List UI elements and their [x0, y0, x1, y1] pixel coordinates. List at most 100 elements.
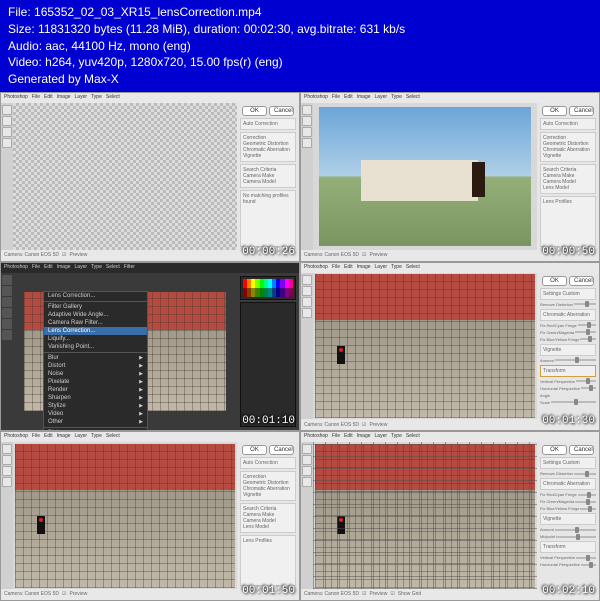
cancel-button[interactable]: Cancel — [269, 106, 294, 116]
menu-pixelate[interactable]: Pixelate▶ — [44, 378, 147, 386]
ok-button[interactable]: OK — [542, 276, 567, 286]
tool-palette — [301, 442, 313, 589]
tool-icon[interactable] — [302, 297, 312, 307]
tool-icon[interactable] — [2, 319, 12, 329]
ok-button[interactable]: OK — [242, 445, 267, 455]
menu-camera-raw[interactable]: Camera Raw Filter... — [44, 319, 147, 327]
tool-icon[interactable] — [302, 127, 312, 137]
tool-palette — [301, 273, 313, 420]
menu-sharpen[interactable]: Sharpen▶ — [44, 394, 147, 402]
tool-icon[interactable] — [2, 455, 12, 465]
midpoint-slider[interactable]: Midpoint — [540, 534, 596, 539]
amount-slider[interactable]: Amount — [540, 358, 596, 363]
horizontal-perspective-slider[interactable]: Horizontal Perspective — [540, 562, 596, 567]
timestamp: 00:00:50 — [542, 246, 595, 258]
tool-icon[interactable] — [2, 286, 12, 296]
tool-icon[interactable] — [302, 105, 312, 115]
amount-slider[interactable]: Amount — [540, 527, 596, 532]
ok-button[interactable]: OK — [542, 445, 567, 455]
cancel-button[interactable]: Cancel — [269, 445, 294, 455]
menu-render[interactable]: Render▶ — [44, 386, 147, 394]
tool-icon[interactable] — [302, 477, 312, 487]
panel-title: Auto Correction — [240, 457, 296, 469]
tool-icon[interactable] — [302, 455, 312, 465]
video-label: Video: — [8, 55, 42, 69]
green-magenta-slider[interactable]: Fix Green/Magenta — [540, 330, 596, 335]
ok-button[interactable]: OK — [542, 106, 567, 116]
blue-yellow-slider[interactable]: Fix Blue/Yellow Fringe — [540, 506, 596, 511]
scale-slider[interactable]: Scale — [540, 400, 596, 405]
menu-stylize[interactable]: Stylize▶ — [44, 402, 147, 410]
tool-icon[interactable] — [302, 116, 312, 126]
remove-distortion-slider[interactable]: Remove Distortion — [540, 471, 596, 476]
menu-blur[interactable]: Blur▶ — [44, 354, 147, 362]
audio-label: Audio: — [8, 39, 42, 53]
vertical-perspective-slider[interactable]: Vertical Perspective — [540, 555, 596, 560]
menubar: PhotoshopFileEditImageLayerTypeSelect — [1, 93, 299, 103]
blue-yellow-slider[interactable]: Fix Blue/Yellow Fringe — [540, 337, 596, 342]
menu-liquify[interactable]: Liquify... — [44, 335, 147, 343]
lens-profiles: Lens Profiles — [540, 196, 596, 247]
tool-palette — [1, 442, 13, 589]
red-cyan-slider[interactable]: Fix Red/Cyan Fringe — [540, 492, 596, 497]
panel-title: Auto Correction — [540, 118, 596, 130]
menu-adaptive-wide[interactable]: Adaptive Wide Angle... — [44, 311, 147, 319]
layers-panel — [240, 302, 296, 428]
menu-distort[interactable]: Distort▶ — [44, 362, 147, 370]
green-magenta-slider[interactable]: Fix Green/Magenta — [540, 499, 596, 504]
tool-icon[interactable] — [2, 297, 12, 307]
menubar: PhotoshopFileEditImageLayerTypeSelect — [301, 93, 599, 103]
tool-icon[interactable] — [302, 286, 312, 296]
tool-icon[interactable] — [302, 308, 312, 318]
tool-icon[interactable] — [2, 477, 12, 487]
menu-last-filter[interactable]: Lens Correction... — [44, 292, 147, 300]
ok-button[interactable]: OK — [242, 106, 267, 116]
vertical-perspective-slider[interactable]: Vertical Perspective — [540, 379, 596, 384]
menu-other[interactable]: Other▶ — [44, 418, 147, 426]
tool-icon[interactable] — [2, 105, 12, 115]
tool-icon[interactable] — [2, 308, 12, 318]
tool-icon[interactable] — [2, 444, 12, 454]
horizontal-perspective-slider[interactable]: Horizontal Perspective — [540, 386, 596, 391]
correction-panel: OK Cancel Auto Correction Correction Geo… — [537, 103, 599, 250]
canvas-area — [313, 442, 537, 589]
lens-profiles: No matching profiles found — [240, 190, 296, 247]
canvas-area — [13, 103, 237, 250]
tool-icon[interactable] — [302, 444, 312, 454]
correction-panel: OK Cancel Auto Correction Correction Geo… — [237, 103, 299, 250]
search-section: Search Criteria Camera Make Camera Model… — [240, 503, 296, 533]
settings-dropdown[interactable]: Settings Custom — [540, 457, 596, 469]
filter-menu: Lens Correction... Filter Gallery Adapti… — [43, 291, 148, 431]
menu-filter-gallery[interactable]: Filter Gallery — [44, 303, 147, 311]
tool-icon[interactable] — [302, 466, 312, 476]
menu-video[interactable]: Video▶ — [44, 410, 147, 418]
menu-vanishing-point[interactable]: Vanishing Point... — [44, 343, 147, 351]
search-section: Search Criteria Camera Make Camera Model… — [540, 164, 596, 194]
cancel-button[interactable]: Cancel — [569, 445, 594, 455]
video-value: h264, yuv420p, 1280x720, 15.00 fps(r) (e… — [45, 55, 283, 69]
remove-distortion-slider[interactable]: Remove Distortion — [540, 302, 596, 307]
tool-icon[interactable] — [302, 275, 312, 285]
transparency-checker — [13, 103, 237, 250]
canvas-area — [313, 103, 537, 250]
settings-dropdown[interactable]: Settings Custom — [540, 288, 596, 300]
menu-noise[interactable]: Noise▶ — [44, 370, 147, 378]
file-label: File: — [8, 5, 31, 19]
cancel-button[interactable]: Cancel — [569, 276, 594, 286]
tool-icon[interactable] — [302, 138, 312, 148]
cancel-button[interactable]: Cancel — [569, 106, 594, 116]
tool-icon[interactable] — [2, 275, 12, 285]
tool-icon[interactable] — [2, 330, 12, 340]
thumbnail-6: PhotoshopFileEditImageLayerTypeSelect OK… — [300, 431, 600, 601]
angle-control[interactable]: Angle — [540, 393, 596, 398]
menu-lens-correction[interactable]: Lens Correction... — [44, 327, 147, 335]
menu-digimarc[interactable]: Digimarc▶ — [44, 429, 147, 431]
chromatic-section: Chromatic Aberration — [540, 478, 596, 490]
tool-icon[interactable] — [2, 116, 12, 126]
building-photo — [15, 444, 235, 588]
tool-icon[interactable] — [2, 138, 12, 148]
tool-icon[interactable] — [2, 466, 12, 476]
tool-icon[interactable] — [2, 127, 12, 137]
red-cyan-slider[interactable]: Fix Red/Cyan Fringe — [540, 323, 596, 328]
correction-section: Correction Geometric Distortion Chromati… — [240, 471, 296, 501]
